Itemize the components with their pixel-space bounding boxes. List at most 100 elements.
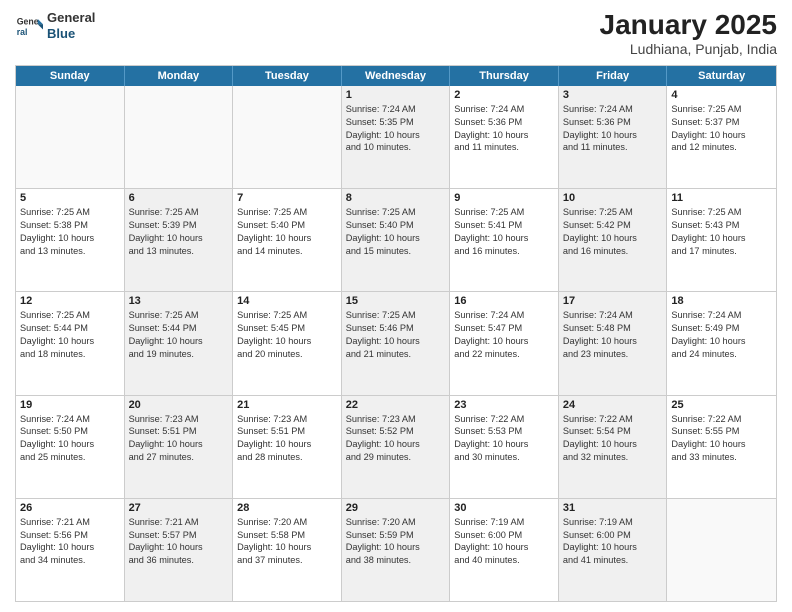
week-row-4: 26Sunrise: 7:21 AMSunset: 5:56 PMDayligh… xyxy=(16,498,776,601)
title-block: January 2025 Ludhiana, Punjab, India xyxy=(600,10,777,57)
cell-info-line: Sunset: 5:45 PM xyxy=(237,322,337,335)
cell-info-line: and 16 minutes. xyxy=(563,245,663,258)
day-number: 17 xyxy=(563,295,663,307)
cell-info-line: Daylight: 10 hours xyxy=(20,541,120,554)
cell-info-line: Daylight: 10 hours xyxy=(454,335,554,348)
page-header: Gene ral General Blue January 2025 Ludhi… xyxy=(15,10,777,57)
day-number: 29 xyxy=(346,502,446,514)
cell-info-line: Daylight: 10 hours xyxy=(237,541,337,554)
logo-general-text: General xyxy=(47,10,95,26)
cell-info-line: Sunset: 5:51 PM xyxy=(129,425,229,438)
cell-info-line: and 28 minutes. xyxy=(237,451,337,464)
cell-info-line: Sunrise: 7:23 AM xyxy=(346,413,446,426)
day-cell-3: 3Sunrise: 7:24 AMSunset: 5:36 PMDaylight… xyxy=(559,86,668,188)
cell-info-line: Daylight: 10 hours xyxy=(20,335,120,348)
cell-info-line: Daylight: 10 hours xyxy=(563,438,663,451)
cell-info-line: Sunset: 6:00 PM xyxy=(563,529,663,542)
cell-info-line: Sunset: 5:50 PM xyxy=(20,425,120,438)
cell-info-line: Sunrise: 7:22 AM xyxy=(454,413,554,426)
day-header-sunday: Sunday xyxy=(16,66,125,86)
cell-info-line: Sunset: 5:56 PM xyxy=(20,529,120,542)
week-row-0: 1Sunrise: 7:24 AMSunset: 5:35 PMDaylight… xyxy=(16,86,776,188)
day-cell-6: 6Sunrise: 7:25 AMSunset: 5:39 PMDaylight… xyxy=(125,189,234,291)
cell-info-line: Daylight: 10 hours xyxy=(346,438,446,451)
cell-info-line: Sunset: 5:38 PM xyxy=(20,219,120,232)
day-number: 1 xyxy=(346,89,446,101)
cell-info-line: Daylight: 10 hours xyxy=(129,541,229,554)
cell-info-line: Sunset: 5:36 PM xyxy=(563,116,663,129)
day-number: 20 xyxy=(129,399,229,411)
cell-info-line: Sunrise: 7:19 AM xyxy=(563,516,663,529)
cell-info-line: Daylight: 10 hours xyxy=(129,438,229,451)
day-cell-21: 21Sunrise: 7:23 AMSunset: 5:51 PMDayligh… xyxy=(233,396,342,498)
cell-info-line: Sunrise: 7:20 AM xyxy=(346,516,446,529)
day-number: 21 xyxy=(237,399,337,411)
cell-info-line: Sunset: 5:37 PM xyxy=(671,116,772,129)
page-container: Gene ral General Blue January 2025 Ludhi… xyxy=(0,0,792,612)
cell-info-line: Sunrise: 7:21 AM xyxy=(129,516,229,529)
day-cell-28: 28Sunrise: 7:20 AMSunset: 5:58 PMDayligh… xyxy=(233,499,342,601)
day-cell-15: 15Sunrise: 7:25 AMSunset: 5:46 PMDayligh… xyxy=(342,292,451,394)
logo-icon: Gene ral xyxy=(15,12,43,40)
cell-info-line: Sunrise: 7:24 AM xyxy=(563,103,663,116)
cell-info-line: and 34 minutes. xyxy=(20,554,120,567)
cell-info-line: Sunrise: 7:22 AM xyxy=(671,413,772,426)
cell-info-line: Sunset: 5:51 PM xyxy=(237,425,337,438)
day-number: 9 xyxy=(454,192,554,204)
cell-info-line: Daylight: 10 hours xyxy=(563,541,663,554)
day-cell-1: 1Sunrise: 7:24 AMSunset: 5:35 PMDaylight… xyxy=(342,86,451,188)
cell-info-line: Daylight: 10 hours xyxy=(563,129,663,142)
cell-info-line: and 16 minutes. xyxy=(454,245,554,258)
day-cell-16: 16Sunrise: 7:24 AMSunset: 5:47 PMDayligh… xyxy=(450,292,559,394)
cell-info-line: Daylight: 10 hours xyxy=(454,541,554,554)
day-header-tuesday: Tuesday xyxy=(233,66,342,86)
day-number: 30 xyxy=(454,502,554,514)
cell-info-line: Sunset: 5:39 PM xyxy=(129,219,229,232)
cell-info-line: Sunrise: 7:25 AM xyxy=(563,206,663,219)
cell-info-line: Sunrise: 7:24 AM xyxy=(346,103,446,116)
cell-info-line: Sunset: 5:35 PM xyxy=(346,116,446,129)
cell-info-line: Sunset: 5:57 PM xyxy=(129,529,229,542)
cell-info-line: Sunset: 5:36 PM xyxy=(454,116,554,129)
cell-info-line: Sunrise: 7:25 AM xyxy=(346,206,446,219)
day-cell-8: 8Sunrise: 7:25 AMSunset: 5:40 PMDaylight… xyxy=(342,189,451,291)
cell-info-line: Sunset: 5:53 PM xyxy=(454,425,554,438)
cell-info-line: Sunrise: 7:25 AM xyxy=(20,206,120,219)
logo-text: General Blue xyxy=(47,10,95,41)
cell-info-line: and 41 minutes. xyxy=(563,554,663,567)
cell-info-line: Sunrise: 7:25 AM xyxy=(454,206,554,219)
cell-info-line: Daylight: 10 hours xyxy=(563,335,663,348)
cell-info-line: Daylight: 10 hours xyxy=(129,232,229,245)
cell-info-line: Sunset: 5:49 PM xyxy=(671,322,772,335)
cell-info-line: and 27 minutes. xyxy=(129,451,229,464)
cell-info-line: and 19 minutes. xyxy=(129,348,229,361)
cell-info-line: Sunset: 5:41 PM xyxy=(454,219,554,232)
cell-info-line: and 25 minutes. xyxy=(20,451,120,464)
cell-info-line: Sunset: 5:52 PM xyxy=(346,425,446,438)
day-number: 11 xyxy=(671,192,772,204)
cell-info-line: and 40 minutes. xyxy=(454,554,554,567)
day-number: 23 xyxy=(454,399,554,411)
day-cell-4: 4Sunrise: 7:25 AMSunset: 5:37 PMDaylight… xyxy=(667,86,776,188)
cell-info-line: and 30 minutes. xyxy=(454,451,554,464)
day-cell-31: 31 Sunrise: 7:19 AMSunset: 6:00 PMDayligh… xyxy=(559,499,668,601)
empty-cell xyxy=(16,86,125,188)
day-number: 13 xyxy=(129,295,229,307)
day-cell-19: 19Sunrise: 7:24 AMSunset: 5:50 PMDayligh… xyxy=(16,396,125,498)
cell-info-line: Sunset: 5:54 PM xyxy=(563,425,663,438)
cell-info-line: Sunrise: 7:25 AM xyxy=(346,309,446,322)
day-number: 6 xyxy=(129,192,229,204)
day-number: 31 xyxy=(563,502,663,514)
day-cell-11: 11Sunrise: 7:25 AMSunset: 5:43 PMDayligh… xyxy=(667,189,776,291)
cell-info-line: Daylight: 10 hours xyxy=(671,232,772,245)
cell-info-line: Sunset: 5:40 PM xyxy=(346,219,446,232)
day-number: 5 xyxy=(20,192,120,204)
week-row-2: 12Sunrise: 7:25 AMSunset: 5:44 PMDayligh… xyxy=(16,291,776,394)
cell-info-line: Sunrise: 7:21 AM xyxy=(20,516,120,529)
day-number: 26 xyxy=(20,502,120,514)
cell-info-line: Sunrise: 7:19 AM xyxy=(454,516,554,529)
day-cell-27: 27Sunrise: 7:21 AMSunset: 5:57 PMDayligh… xyxy=(125,499,234,601)
day-number: 24 xyxy=(563,399,663,411)
cell-info-line: and 32 minutes. xyxy=(563,451,663,464)
empty-cell xyxy=(233,86,342,188)
